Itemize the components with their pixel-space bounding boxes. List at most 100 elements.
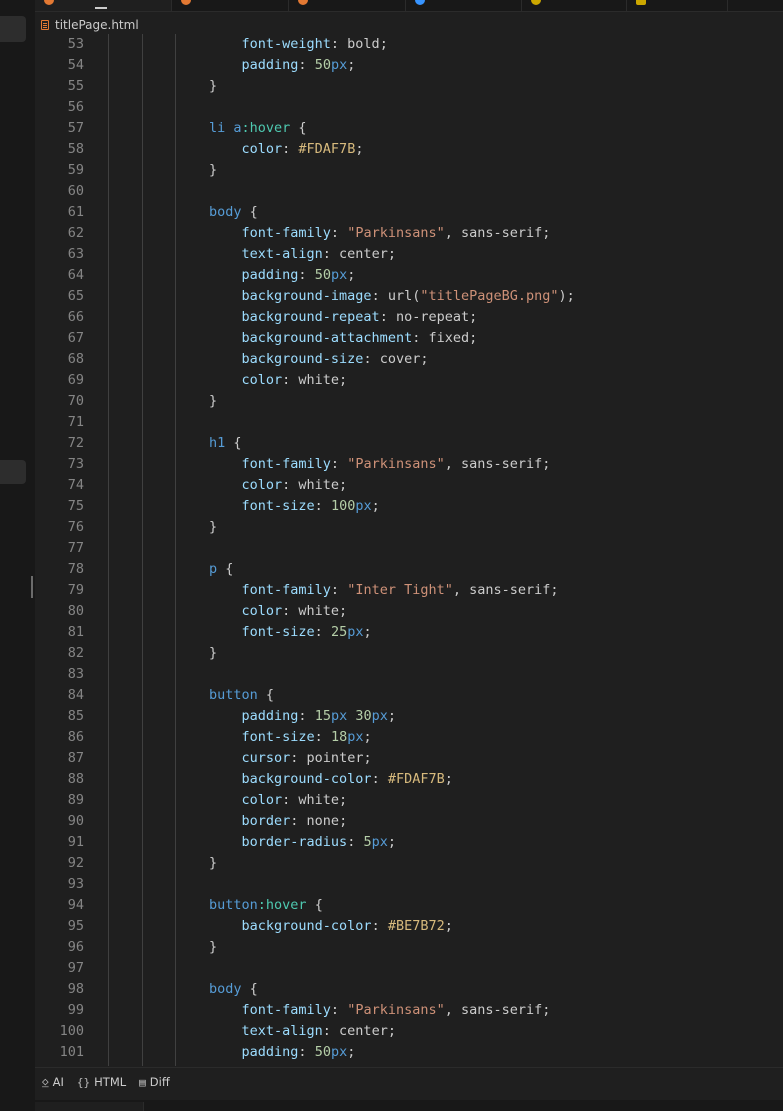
editor-tab[interactable] <box>172 0 289 11</box>
line-number: 82 <box>67 645 84 661</box>
editor-tab[interactable] <box>627 0 728 11</box>
line-number: 58 <box>67 141 84 157</box>
code-token: color <box>241 477 283 493</box>
editor-tab[interactable] <box>406 0 522 11</box>
code-token: : <box>314 498 331 514</box>
code-line[interactable]: 61 body { <box>35 202 783 223</box>
code-line[interactable]: 64 padding: 50px; <box>35 265 783 286</box>
code-text: color: white; <box>209 601 348 622</box>
css-file-icon <box>531 0 541 5</box>
code-line[interactable]: 78 p { <box>35 559 783 580</box>
code-line[interactable]: 83 <box>35 664 783 685</box>
code-line[interactable]: 66 background-repeat: no-repeat; <box>35 307 783 328</box>
code-line[interactable]: 86 font-size: 18px; <box>35 727 783 748</box>
code-token: color <box>241 603 283 619</box>
breadcrumb-file-name[interactable]: titlePage.html <box>55 18 139 32</box>
code-line[interactable]: 62 font-family: "Parkinsans", sans-serif… <box>35 223 783 244</box>
code-token: background-color <box>241 771 372 787</box>
code-line[interactable]: 74 color: white; <box>35 475 783 496</box>
code-text: button { <box>209 685 274 706</box>
code-line[interactable]: 77 <box>35 538 783 559</box>
code-line[interactable]: 57 li a:hover { <box>35 118 783 139</box>
code-line[interactable]: 69 color: white; <box>35 370 783 391</box>
code-line[interactable]: 97 <box>35 958 783 979</box>
code-line[interactable]: 88 background-color: #FDAF7B; <box>35 769 783 790</box>
code-text: body { <box>209 979 258 1000</box>
line-number: 65 <box>67 288 84 304</box>
editor-tab[interactable] <box>522 0 627 11</box>
code-line[interactable]: 99 font-family: "Parkinsans", sans-serif… <box>35 1000 783 1021</box>
code-line[interactable]: 89 color: white; <box>35 790 783 811</box>
activity-bar-item[interactable] <box>0 460 26 484</box>
panel-tab-diff[interactable]: ▤ Diff <box>139 1075 170 1089</box>
bottom-panel-tab[interactable] <box>35 1102 144 1111</box>
code-token: text-align <box>241 246 323 262</box>
activity-bar-item[interactable] <box>0 16 26 42</box>
code-line[interactable]: 85 padding: 15px 30px; <box>35 706 783 727</box>
code-token: 25 <box>330 624 348 640</box>
line-number: 89 <box>67 792 84 808</box>
line-number: 100 <box>59 1023 84 1039</box>
code-line[interactable]: 82} <box>35 643 783 664</box>
code-line[interactable]: 94 button:hover { <box>35 895 783 916</box>
editor-tabs <box>35 0 783 12</box>
code-line[interactable]: 60 <box>35 181 783 202</box>
code-text: background-attachment: fixed; <box>209 328 478 349</box>
code-line[interactable]: 93 <box>35 874 783 895</box>
code-line[interactable]: 87 cursor: pointer; <box>35 748 783 769</box>
code-line[interactable]: 91 border-radius: 5px; <box>35 832 783 853</box>
code-token: : <box>298 708 315 724</box>
code-line[interactable]: 55} <box>35 76 783 97</box>
code-line[interactable]: 70} <box>35 391 783 412</box>
image-file-icon <box>636 0 646 5</box>
code-token: ; <box>355 141 364 157</box>
code-line[interactable]: 98 body { <box>35 979 783 1000</box>
code-line[interactable]: 95 background-color: #BE7B72; <box>35 916 783 937</box>
line-number: 92 <box>67 855 84 871</box>
code-line[interactable]: 76} <box>35 517 783 538</box>
code-line[interactable]: 58 color: #FDAF7B; <box>35 139 783 160</box>
code-line[interactable]: 101 padding: 50px; <box>35 1042 783 1063</box>
code-text: cursor: pointer; <box>209 748 372 769</box>
code-line[interactable]: 53 font-weight: bold; <box>35 34 783 55</box>
code-token: li a <box>209 120 242 136</box>
code-line[interactable]: 65 background-image: url("titlePageBG.pn… <box>35 286 783 307</box>
panel-tab-ai[interactable]: ⍚ AI <box>42 1075 64 1089</box>
code-editor[interactable]: 53 font-weight: bold; 54 padding: 50px; 55… <box>35 34 783 1066</box>
resize-sash[interactable] <box>31 576 33 598</box>
code-line[interactable]: 72 h1 { <box>35 433 783 454</box>
code-line[interactable]: 67 background-attachment: fixed; <box>35 328 783 349</box>
code-line[interactable]: 59} <box>35 160 783 181</box>
code-token: : bold; <box>330 36 388 52</box>
editor-tab[interactable] <box>289 0 406 11</box>
code-line[interactable]: 92} <box>35 853 783 874</box>
code-line[interactable]: 96} <box>35 937 783 958</box>
code-line[interactable]: 79 font-family: "Inter Tight", sans-seri… <box>35 580 783 601</box>
code-token: padding <box>241 267 299 283</box>
editor-tab[interactable] <box>35 0 172 11</box>
line-number: 79 <box>67 582 84 598</box>
editor-panel: titlePage.html 53 font-weight: bold; 54 p… <box>35 0 783 1100</box>
code-line[interactable]: 56 <box>35 97 783 118</box>
code-line[interactable]: 81 font-size: 25px; <box>35 622 783 643</box>
code-line[interactable]: 63 text-align: center; <box>35 244 783 265</box>
code-line[interactable]: 73 font-family: "Parkinsans", sans-serif… <box>35 454 783 475</box>
panel-tab-html[interactable]: {} HTML <box>77 1075 126 1089</box>
code-line[interactable]: 90 border: none; <box>35 811 783 832</box>
code-line[interactable]: 80 color: white; <box>35 601 783 622</box>
code-token: border-radius <box>241 834 348 850</box>
code-line[interactable]: 54 padding: 50px; <box>35 55 783 76</box>
code-line[interactable]: 100 text-align: center; <box>35 1021 783 1042</box>
code-line[interactable]: 71 <box>35 412 783 433</box>
code-token: "Inter Tight" <box>347 582 453 598</box>
code-token: ; <box>363 624 372 640</box>
code-token: } <box>209 162 218 178</box>
code-line[interactable]: 84 button { <box>35 685 783 706</box>
code-line[interactable]: 68 background-size: cover; <box>35 349 783 370</box>
code-line[interactable]: 75 font-size: 100px; <box>35 496 783 517</box>
code-token: : fixed; <box>412 330 478 346</box>
